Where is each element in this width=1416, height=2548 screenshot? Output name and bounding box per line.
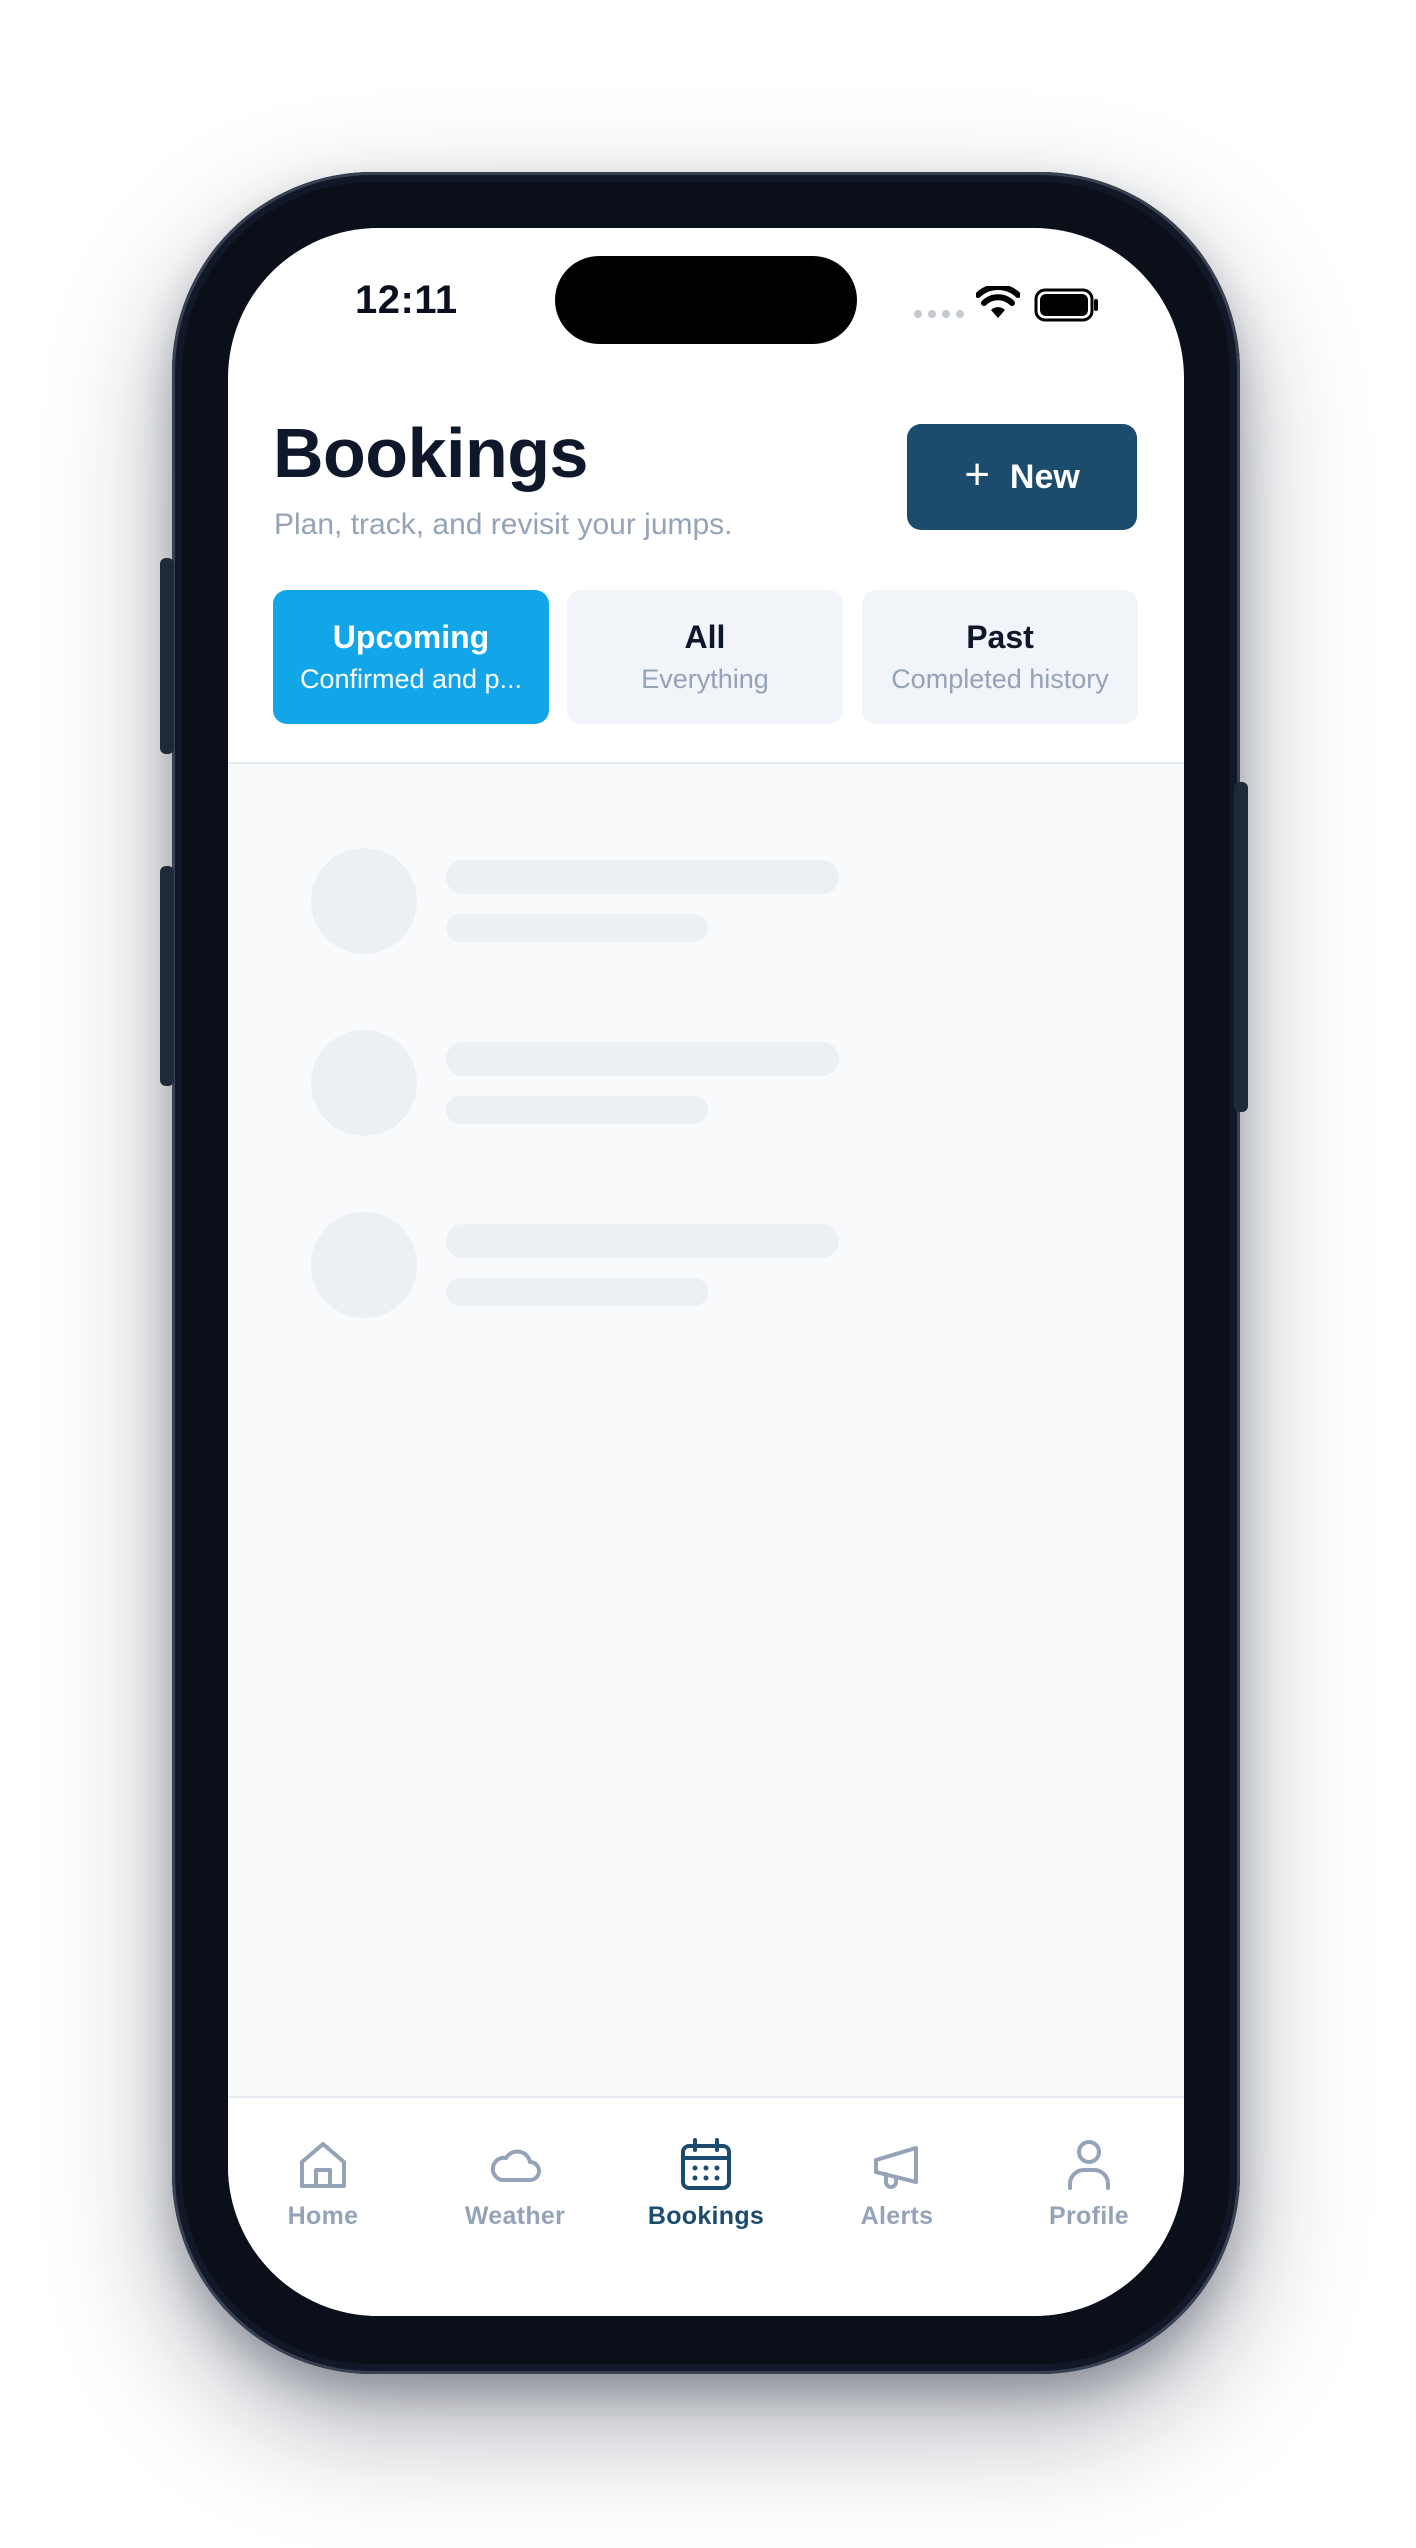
nav-label: Home [287,2202,359,2230]
skeleton-line [446,1278,708,1306]
skeleton-row [311,1212,871,1320]
status-time: 12:11 [355,278,458,322]
skeleton-line [446,914,708,942]
wifi-icon [976,286,1020,318]
volume-button [160,866,174,1086]
skeleton-avatar [311,1030,417,1136]
tab-label: Past [966,619,1034,655]
battery-icon [1034,288,1098,322]
page-subtitle: Plan, track, and revisit your jumps. [274,508,733,541]
nav-bookings[interactable]: Bookings [631,2136,781,2231]
skeleton-line [446,1042,839,1076]
tab-all[interactable]: All Everything [567,590,843,724]
bottom-tab-bar: Home Weather Bookings Alerts Profile [228,2096,1184,2316]
nav-profile[interactable]: Profile [1014,2136,1164,2231]
tab-sublabel: Confirmed and p... [299,664,523,694]
nav-label: Bookings [647,2202,765,2230]
cloud-icon [490,2149,541,2182]
tab-sublabel: Completed history [891,664,1109,694]
megaphone-icon [874,2146,918,2189]
tab-sublabel: Everything [641,664,769,694]
skeleton-avatar [311,848,417,954]
user-icon [1068,2140,1110,2190]
page-title: Bookings [273,414,588,492]
app-screen: 12:11 Bookings Plan, track, and revisit … [228,228,1184,2316]
skeleton-line [446,860,839,894]
new-booking-label: New [1009,457,1080,496]
skeleton-row [311,848,871,956]
bookings-list[interactable] [228,762,1184,2098]
skeleton-avatar [311,1212,417,1318]
nav-label: Profile [1049,2202,1129,2230]
cellular-signal-icon [914,310,964,318]
skeleton-line [446,1096,708,1124]
nav-label: Alerts [860,2202,934,2230]
nav-weather[interactable]: Weather [440,2136,590,2231]
plus-icon: + [964,450,990,499]
mute-switch [160,558,174,754]
skeleton-row [311,1030,871,1138]
home-icon [300,2142,346,2188]
filter-tabs: Upcoming Confirmed and p... All Everythi… [273,590,1138,724]
power-button [1234,782,1248,1112]
dynamic-island [555,256,857,344]
nav-label: Weather [464,2202,566,2230]
new-booking-button[interactable]: + New [907,424,1137,530]
tab-label: All [684,619,726,655]
tab-upcoming[interactable]: Upcoming Confirmed and p... [273,590,549,724]
tab-past[interactable]: Past Completed history [862,590,1138,724]
nav-alerts[interactable]: Alerts [822,2136,972,2231]
skeleton-line [446,1224,839,1258]
tab-label: Upcoming [332,619,490,655]
nav-home[interactable]: Home [248,2136,398,2231]
calendar-icon [681,2138,731,2190]
